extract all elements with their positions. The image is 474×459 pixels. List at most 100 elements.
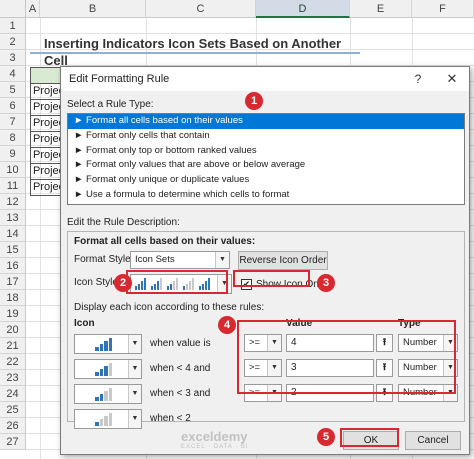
- rule-type-item[interactable]: ► Use a formula to determine which cells…: [68, 188, 464, 203]
- icon-style-dropdown[interactable]: ▼: [130, 274, 232, 294]
- chevron-down-icon: ▼: [128, 385, 141, 403]
- gridline: [26, 33, 474, 34]
- project-cell[interactable]: Projec: [30, 180, 64, 196]
- row-header[interactable]: 12: [0, 194, 26, 210]
- sheet-title: Inserting Indicators Icon Sets Based on …: [30, 35, 360, 68]
- dialog-title: Edit Formatting Rule: [61, 67, 469, 91]
- chevron-down-icon: ▼: [217, 275, 231, 293]
- row-header[interactable]: 20: [0, 322, 26, 338]
- row-header[interactable]: 22: [0, 354, 26, 370]
- chevron-down-icon: ▼: [443, 335, 457, 351]
- project-cell[interactable]: Projec: [30, 148, 64, 164]
- select-all-corner[interactable]: [0, 0, 26, 18]
- value-column-header: Value: [286, 318, 313, 329]
- row-header[interactable]: 5: [0, 82, 26, 98]
- row-header[interactable]: 21: [0, 338, 26, 354]
- signal-bars-icon: [135, 278, 147, 290]
- rule-type-label: Select a Rule Type:: [67, 99, 154, 110]
- icon-picker-dropdown[interactable]: ▼: [74, 334, 142, 354]
- column-header-c[interactable]: C: [146, 0, 256, 18]
- value-input[interactable]: 2: [286, 384, 374, 402]
- operator-value: >=: [249, 387, 261, 398]
- signal-bars-icon: [151, 278, 163, 290]
- row-header[interactable]: 2: [0, 34, 26, 50]
- project-cell[interactable]: Projec: [30, 164, 64, 180]
- column-header-d[interactable]: D: [256, 0, 350, 18]
- project-cell[interactable]: Projec: [30, 84, 64, 100]
- row-header[interactable]: 15: [0, 242, 26, 258]
- row-header[interactable]: 1: [0, 18, 26, 34]
- column-header-a[interactable]: A: [26, 0, 40, 18]
- operator-value: >=: [249, 337, 261, 348]
- type-dropdown[interactable]: Number ▼: [398, 384, 458, 402]
- row-header[interactable]: 17: [0, 274, 26, 290]
- edit-description-label: Edit the Rule Description:: [67, 217, 180, 228]
- edit-formatting-rule-dialog: Edit Formatting Rule ? ✕ Select a Rule T…: [60, 66, 470, 455]
- collapse-dialog-icon[interactable]: ⭱: [376, 384, 393, 402]
- operator-dropdown[interactable]: >= ▼: [244, 384, 282, 402]
- rule-type-item[interactable]: ► Format only top or bottom ranked value…: [68, 144, 464, 159]
- format-style-dropdown[interactable]: Icon Sets ▼: [130, 251, 230, 269]
- signal-bars-icon: [199, 278, 211, 290]
- icon-picker-dropdown[interactable]: ▼: [74, 359, 142, 379]
- format-style-value: Icon Sets: [135, 254, 175, 265]
- row-header[interactable]: 10: [0, 162, 26, 178]
- rule-type-item[interactable]: ► Format only values that are above or b…: [68, 158, 464, 173]
- chevron-down-icon: ▼: [128, 410, 141, 428]
- collapse-dialog-icon[interactable]: ⭱: [376, 334, 393, 352]
- chevron-down-icon: ▼: [128, 360, 141, 378]
- watermark-logo: exceldemy EXCEL · DATA · BI: [181, 429, 249, 450]
- rule-type-item[interactable]: ► Format only cells that contain: [68, 129, 464, 144]
- cancel-button[interactable]: Cancel: [405, 431, 461, 450]
- collapse-dialog-icon[interactable]: ⭱: [376, 359, 393, 377]
- value-input[interactable]: 4: [286, 334, 374, 352]
- table-header-cell[interactable]: [30, 67, 64, 84]
- rule-type-list[interactable]: ► Format all cells based on their values…: [67, 113, 465, 205]
- row-header[interactable]: 16: [0, 258, 26, 274]
- row-header[interactable]: 27: [0, 434, 26, 450]
- help-icon[interactable]: ?: [411, 71, 425, 87]
- row-header[interactable]: 6: [0, 98, 26, 114]
- type-dropdown[interactable]: Number ▼: [398, 359, 458, 377]
- signal-bars-icon: [95, 388, 119, 401]
- operator-dropdown[interactable]: >= ▼: [244, 334, 282, 352]
- row-header[interactable]: 25: [0, 402, 26, 418]
- project-cell[interactable]: Projec: [30, 132, 64, 148]
- close-icon[interactable]: ✕: [445, 71, 459, 87]
- reverse-icon-order-button[interactable]: Reverse Icon Order: [238, 251, 328, 270]
- icon-picker-dropdown[interactable]: ▼: [74, 384, 142, 404]
- rule-type-item[interactable]: ► Format all cells based on their values: [68, 114, 464, 129]
- ok-button[interactable]: OK: [343, 431, 399, 450]
- rule-condition-label: when < 4 and: [150, 363, 211, 374]
- row-header[interactable]: 8: [0, 130, 26, 146]
- row-header[interactable]: 23: [0, 370, 26, 386]
- rule-condition-label: when value is: [150, 338, 211, 349]
- annotation-badge-1: 1: [245, 92, 263, 110]
- row-header[interactable]: 24: [0, 386, 26, 402]
- row-header[interactable]: 19: [0, 306, 26, 322]
- project-cell[interactable]: Projec: [30, 116, 64, 132]
- row-header[interactable]: 4: [0, 66, 26, 82]
- project-cell[interactable]: Projec: [30, 100, 64, 116]
- row-header[interactable]: 18: [0, 290, 26, 306]
- row-header[interactable]: 11: [0, 178, 26, 194]
- show-icon-only-checkbox[interactable]: ✔: [241, 279, 252, 290]
- annotation-badge-5: 5: [317, 428, 335, 446]
- display-rules-label: Display each icon according to these rul…: [74, 302, 265, 313]
- rule-condition-label: when < 3 and: [150, 388, 211, 399]
- row-header[interactable]: 9: [0, 146, 26, 162]
- row-header[interactable]: 7: [0, 114, 26, 130]
- operator-dropdown[interactable]: >= ▼: [244, 359, 282, 377]
- row-header[interactable]: 13: [0, 210, 26, 226]
- column-header-b[interactable]: B: [40, 0, 146, 18]
- chevron-down-icon: ▼: [443, 385, 457, 401]
- row-header[interactable]: 14: [0, 226, 26, 242]
- icon-picker-dropdown[interactable]: ▼: [74, 409, 142, 429]
- row-header[interactable]: 3: [0, 50, 26, 66]
- value-input[interactable]: 3: [286, 359, 374, 377]
- rule-type-item[interactable]: ► Format only unique or duplicate values: [68, 173, 464, 188]
- column-header-f[interactable]: F: [412, 0, 474, 18]
- type-dropdown[interactable]: Number ▼: [398, 334, 458, 352]
- column-header-e[interactable]: E: [350, 0, 412, 18]
- row-header[interactable]: 26: [0, 418, 26, 434]
